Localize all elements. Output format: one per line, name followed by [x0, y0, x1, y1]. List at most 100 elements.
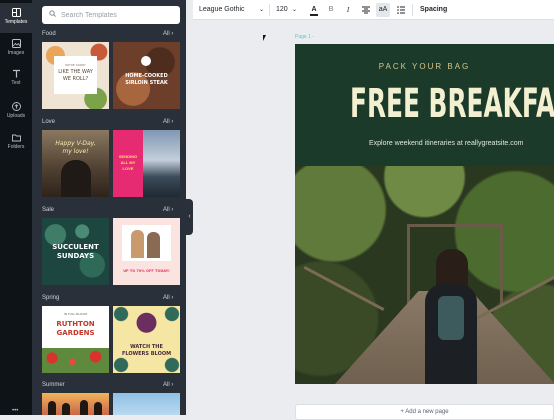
section-title-food: Food: [42, 31, 56, 37]
font-family-dropdown[interactable]: League Gothic ⌄: [199, 0, 264, 20]
chevron-right-icon: ›: [171, 382, 174, 388]
text-toolbar: League Gothic ⌄ 120 ⌄ A B I aA Spacing: [193, 0, 554, 20]
mouse-cursor-icon: [263, 35, 266, 41]
headline-text[interactable]: FREE BREAKFAS: [350, 80, 554, 128]
search-box: [42, 6, 180, 24]
chevron-right-icon: ›: [171, 295, 174, 301]
rail-label-images: Images: [7, 50, 25, 56]
bold-icon: B: [328, 6, 334, 13]
eyebrow-text[interactable]: PACK YOUR BAG: [295, 62, 554, 71]
rail-item-uploads[interactable]: Uploads: [0, 97, 32, 127]
font-family-value: League Gothic: [199, 6, 245, 13]
template-sale-1[interactable]: SUCCULENT SUNDAYS: [42, 218, 109, 285]
subline-text[interactable]: Explore weekend itineraries at reallygre…: [369, 140, 523, 147]
headline-banner[interactable]: PACK YOUR BAG FREE BREAKFAS Explore week…: [295, 44, 554, 166]
chevron-left-icon: ‹: [188, 213, 191, 220]
collapse-panel-button[interactable]: ‹: [186, 199, 193, 235]
list-icon: [397, 6, 405, 14]
folder-icon: [11, 134, 21, 142]
text-color-icon: A: [311, 6, 317, 13]
rail-item-text[interactable]: Text: [0, 64, 32, 94]
section-all-love[interactable]: All ›: [163, 119, 173, 125]
bridge-photo[interactable]: [295, 166, 554, 384]
italic-icon: I: [346, 6, 350, 14]
template-text: ALL MY: [120, 160, 136, 165]
chevron-down-icon: ⌄: [292, 7, 298, 13]
all-label: All: [163, 382, 170, 388]
rail-item-templates[interactable]: Templates: [0, 3, 32, 33]
template-text: IN FULL BLOOM: [63, 312, 88, 316]
section-all-food[interactable]: All ›: [163, 31, 173, 37]
section-title-love: Love: [42, 119, 56, 125]
template-text: Happy V-Day,: [55, 140, 96, 147]
chevron-right-icon: ›: [171, 207, 174, 213]
image-icon: [11, 39, 21, 48]
template-text: WE ROLL?: [62, 76, 89, 82]
chevron-down-icon: ⌄: [259, 7, 265, 13]
section-title-spring: Spring: [42, 295, 60, 301]
upload-icon: [11, 102, 21, 111]
template-text: SUCCULENT: [52, 243, 99, 251]
section-all-sale[interactable]: All ›: [163, 207, 173, 213]
all-label: All: [163, 207, 170, 213]
template-love-2[interactable]: SENDING ALL MY LOVE: [113, 130, 180, 197]
align-button[interactable]: [361, 0, 371, 20]
template-text: HOME-COOKED: [125, 73, 168, 79]
chevron-right-icon: ›: [171, 31, 174, 37]
page-label[interactable]: Page 1 -: [295, 34, 314, 40]
font-size-value: 120: [276, 6, 288, 13]
spacing-label: Spacing: [420, 6, 448, 13]
italic-button[interactable]: I: [344, 0, 352, 20]
toolbar-divider: [412, 4, 413, 16]
search-input[interactable]: [61, 8, 173, 22]
letter-case-icon: aA: [378, 6, 388, 13]
list-button[interactable]: [396, 0, 406, 20]
rail-item-folders[interactable]: Folders: [0, 128, 32, 158]
template-food-1[interactable]: WE'RE SORRY LIKE THE WAY WE ROLL?: [42, 42, 109, 109]
section-title-summer: Summer: [42, 382, 65, 388]
template-summer-1[interactable]: [42, 393, 109, 415]
template-text: SUNDAYS: [56, 252, 95, 260]
template-summer-2[interactable]: [113, 393, 180, 415]
rail-label-templates: Templates: [4, 19, 28, 25]
section-all-spring[interactable]: All ›: [163, 295, 173, 301]
chevron-right-icon: ›: [171, 119, 174, 125]
rail-label-text: Text: [11, 80, 21, 86]
rail-label-uploads: Uploads: [6, 113, 26, 119]
template-spring-1[interactable]: IN FULL BLOOM RUTHTON GARDENS: [42, 306, 109, 373]
template-text: LIKE THE WAY: [58, 69, 93, 75]
template-spring-2[interactable]: WATCH THE FLOWERS BLOOM: [113, 306, 180, 373]
more-icon[interactable]: •••: [12, 408, 18, 414]
design-page[interactable]: PACK YOUR BAG FREE BREAKFAS Explore week…: [295, 44, 554, 384]
template-text: my love!: [62, 148, 89, 155]
all-label: All: [163, 119, 170, 125]
left-rail: Templates Images Text Uploads Folders ••…: [0, 0, 32, 415]
rail-label-folders: Folders: [7, 144, 25, 150]
letter-case-button[interactable]: aA: [376, 3, 390, 17]
template-love-1[interactable]: Happy V-Day, my love!: [42, 130, 109, 197]
template-text: SENDING: [118, 154, 138, 159]
section-all-summer[interactable]: All ›: [163, 382, 173, 388]
rail-item-images[interactable]: Images: [0, 34, 32, 64]
font-size-dropdown[interactable]: 120 ⌄: [276, 0, 298, 20]
template-text: WE'RE SORRY: [65, 63, 86, 67]
templates-panel: Food All › WE'RE SORRY LIKE THE WAY WE R…: [32, 0, 186, 415]
template-text: UP TO 70% OFF TODAY!: [123, 269, 170, 273]
text-icon: [12, 69, 20, 78]
all-label: All: [163, 31, 170, 37]
color-swatch: [310, 14, 318, 16]
template-text: WATCH THE: [130, 344, 163, 350]
add-page-button[interactable]: + Add a new page: [295, 404, 554, 420]
backpack: [438, 296, 464, 340]
align-center-icon: [362, 6, 370, 14]
template-text: SIRLOIN STEAK: [125, 80, 168, 86]
toolbar-divider: [269, 4, 270, 16]
template-text: GARDENS: [56, 329, 95, 337]
all-label: All: [163, 295, 170, 301]
template-sale-2[interactable]: UP TO 70% OFF TODAY!: [113, 218, 180, 285]
text-color-button[interactable]: A: [309, 0, 319, 20]
section-title-sale: Sale: [42, 207, 55, 213]
template-food-2[interactable]: HOME-COOKED SIRLOIN STEAK: [113, 42, 180, 109]
bold-button[interactable]: B: [327, 0, 335, 20]
spacing-button[interactable]: Spacing: [420, 0, 447, 20]
